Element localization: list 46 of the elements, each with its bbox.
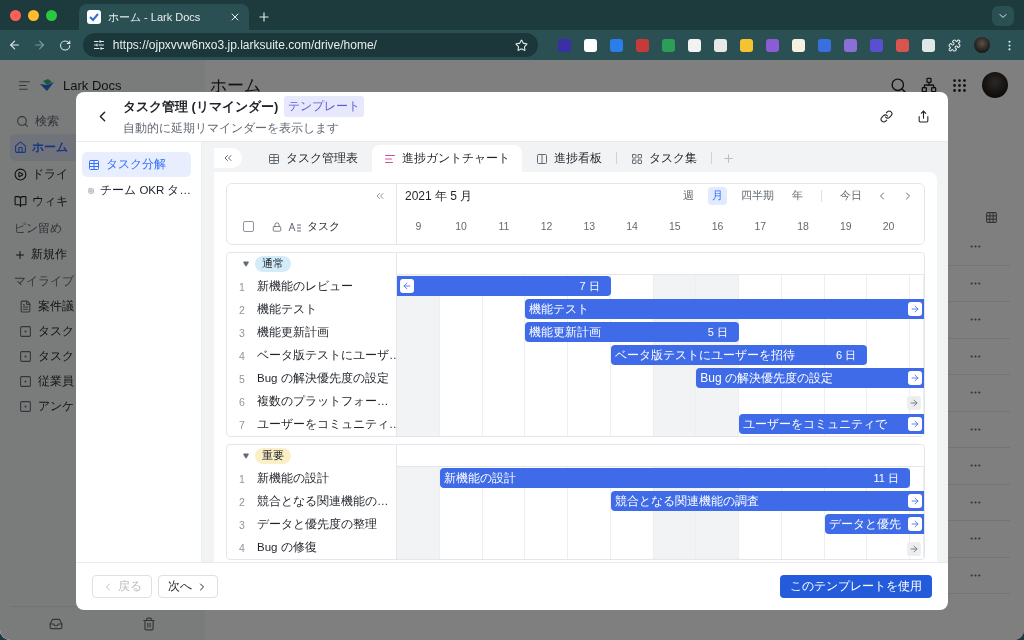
day-label: 12 bbox=[539, 220, 554, 232]
row-number: 3 bbox=[238, 518, 246, 531]
month-label: 2021 年 5 月 bbox=[405, 187, 474, 205]
day-label: 10 bbox=[454, 220, 468, 232]
day-label: 14 bbox=[625, 220, 639, 232]
template-badge: テンプレート bbox=[284, 96, 365, 117]
row-number: 5 bbox=[238, 372, 246, 385]
group-tag: 通常 bbox=[255, 256, 291, 272]
bar-label: ベータ版テストにユーザーを招待 bbox=[614, 347, 795, 362]
section-heading: マイライブ bbox=[13, 272, 75, 290]
dialog-title: タスク管理 (リマインダー) bbox=[123, 97, 279, 116]
section-heading: ピン留め bbox=[13, 219, 63, 237]
bar-duration: 6 日 bbox=[836, 347, 858, 363]
bar-duration: 7 日 bbox=[579, 278, 601, 294]
day-label: 19 bbox=[839, 220, 853, 232]
bar-label: 競合となる関連機能の調査 bbox=[614, 493, 759, 508]
brand-name: Lark Docs bbox=[63, 77, 122, 93]
row-number: 6 bbox=[238, 395, 246, 408]
day-label: 18 bbox=[796, 220, 810, 232]
row-number: 4 bbox=[238, 541, 246, 554]
day-label: 16 bbox=[710, 220, 725, 232]
row-number: 7 bbox=[238, 418, 246, 431]
bar-label: Bug の解決優先度の設定 bbox=[700, 370, 833, 385]
day-label: 9 bbox=[414, 220, 423, 232]
group-tag: 重要 bbox=[255, 448, 291, 464]
bar-label: データと優先 bbox=[828, 516, 901, 531]
row-number: 1 bbox=[238, 472, 246, 485]
row-number: 2 bbox=[238, 303, 246, 316]
dialog-subtitle: 自動的に延期リマインダーを表示します bbox=[123, 120, 340, 137]
day-label: 20 bbox=[881, 220, 896, 232]
page-title: ホーム bbox=[210, 74, 262, 97]
row-number: 2 bbox=[238, 495, 246, 508]
bar-label: 機能更新計画 bbox=[529, 324, 602, 339]
row-number: 3 bbox=[238, 326, 246, 339]
bar-duration: 5 日 bbox=[707, 324, 729, 340]
day-label: 13 bbox=[582, 220, 597, 232]
column-header: タスク bbox=[307, 219, 340, 234]
bar-duration: 11 日 bbox=[873, 470, 900, 486]
row-number: 1 bbox=[238, 280, 246, 293]
day-label: 11 bbox=[497, 220, 511, 232]
row-number: 4 bbox=[238, 349, 246, 362]
day-label: 17 bbox=[753, 220, 768, 232]
bar-label: ユーザーをコミュニティで bbox=[743, 416, 887, 431]
bar-label: 機能テスト bbox=[529, 301, 590, 316]
day-label: 15 bbox=[668, 220, 682, 232]
bar-label: 新機能の設計 bbox=[443, 470, 516, 485]
